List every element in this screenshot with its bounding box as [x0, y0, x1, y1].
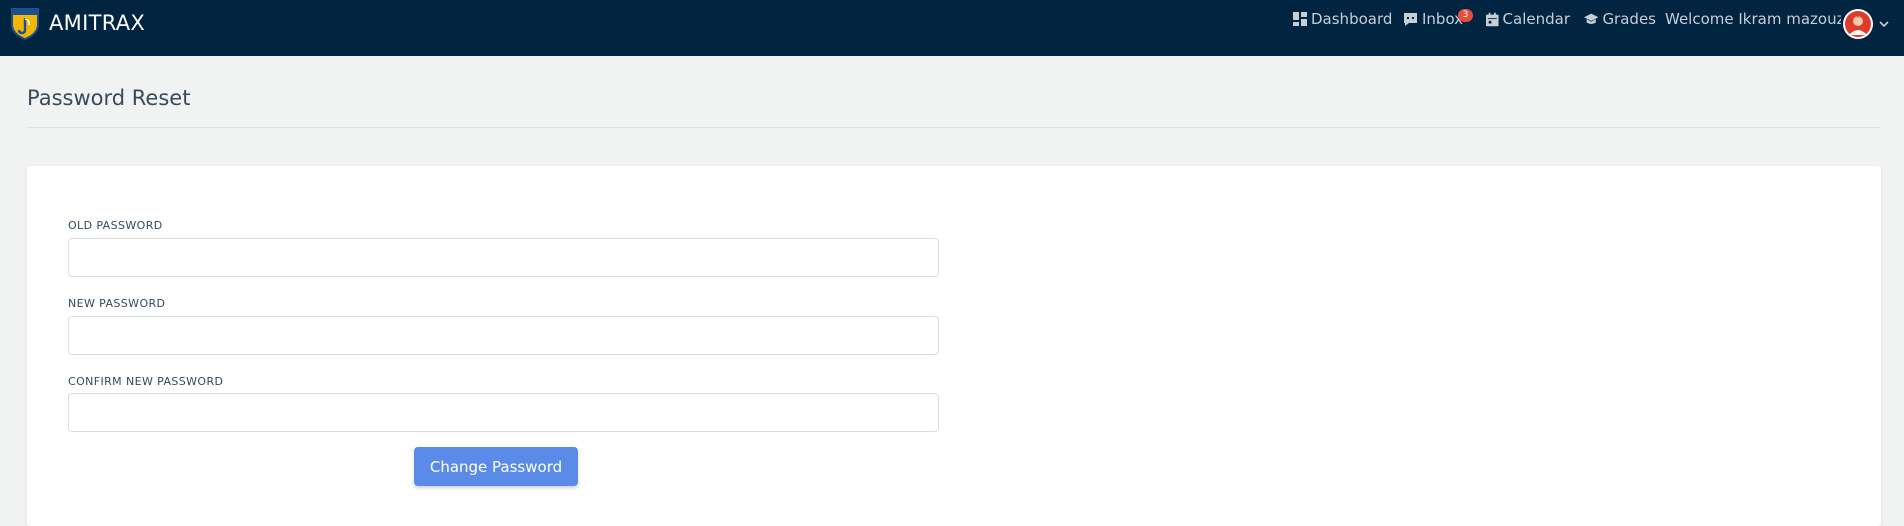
new-password-label: NEW PASSWORD: [68, 297, 166, 310]
nav-inbox-label: Inbox: [1422, 10, 1464, 28]
nav-inbox[interactable]: Inbox 3: [1403, 9, 1473, 28]
inbox-count-badge: 3: [1458, 9, 1473, 22]
welcome-label: Welcome Ikram mazouzi!: [1665, 10, 1841, 28]
title-divider: [27, 127, 1881, 128]
graduation-cap-icon: [1584, 13, 1599, 24]
confirm-password-input[interactable]: [68, 393, 939, 432]
top-navbar: AMITRAX Dashboard Inbox 3 Calendar Grade…: [0, 0, 1904, 56]
nav-calendar-label: Calendar: [1502, 10, 1570, 28]
old-password-label: OLD PASSWORD: [68, 219, 163, 232]
calendar-icon: [1486, 12, 1499, 26]
nav-calendar[interactable]: Calendar: [1486, 10, 1570, 28]
new-password-input[interactable]: [68, 316, 939, 355]
welcome-user-text[interactable]: Welcome Ikram mazouzi!: [1665, 10, 1841, 28]
nav-grades-label: Grades: [1602, 10, 1656, 28]
avatar-icon: [1845, 11, 1871, 37]
nav-dashboard[interactable]: Dashboard: [1293, 10, 1393, 28]
top-nav: Dashboard Inbox 3 Calendar Grades Welcom…: [0, 9, 1904, 36]
nav-dashboard-label: Dashboard: [1311, 10, 1393, 28]
chat-bubble-icon: [1404, 12, 1417, 26]
confirm-password-label: CONFIRM NEW PASSWORD: [68, 375, 224, 388]
dashboard-icon: [1293, 12, 1307, 26]
change-password-button[interactable]: Change Password: [414, 447, 578, 486]
old-password-input[interactable]: [68, 238, 939, 277]
nav-grades[interactable]: Grades: [1584, 10, 1656, 28]
chevron-down-icon[interactable]: [1878, 18, 1890, 30]
page-title: Password Reset: [27, 86, 191, 110]
user-avatar[interactable]: [1843, 9, 1873, 39]
